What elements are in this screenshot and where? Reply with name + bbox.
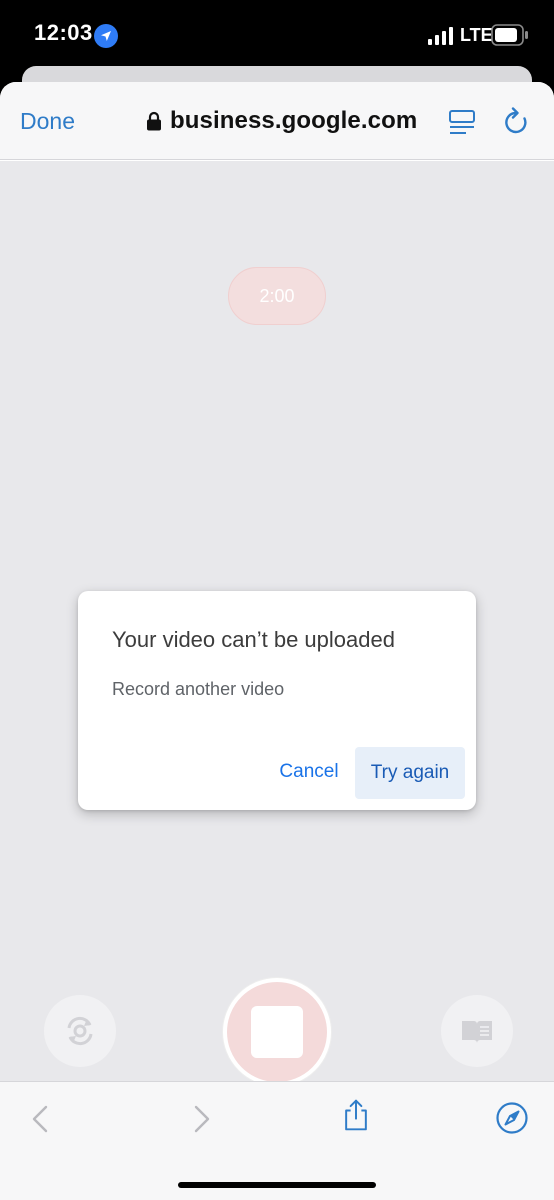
browser-toolbar [0, 1081, 554, 1200]
address-bar[interactable]: business.google.com [146, 106, 417, 136]
book-icon [462, 1021, 492, 1043]
timer-pill: 2:00 [228, 267, 326, 325]
network-label: LTE [460, 25, 493, 45]
record-stop-button[interactable] [223, 978, 331, 1086]
dialog-title: Your video can’t be uploaded [112, 627, 395, 652]
compass-icon[interactable] [495, 1101, 529, 1135]
reader-view-icon[interactable] [448, 109, 476, 137]
flip-camera-icon [67, 1016, 93, 1046]
dialog-message: Record another video [112, 679, 285, 699]
reload-icon[interactable] [502, 107, 532, 137]
book-button[interactable] [441, 995, 513, 1067]
cancel-button[interactable]: Cancel [256, 747, 362, 797]
battery-icon [491, 24, 528, 46]
stop-square [251, 1006, 303, 1058]
lock-icon [147, 111, 161, 131]
status-time: 12:03 [34, 20, 93, 45]
flip-camera-button[interactable] [44, 995, 116, 1067]
share-icon[interactable] [339, 1098, 373, 1132]
signal-bars-icon [428, 27, 453, 45]
done-button[interactable]: Done [20, 108, 75, 135]
forward-icon[interactable] [184, 1102, 218, 1136]
error-dialog: Your video can’t be uploaded Record anot… [78, 591, 476, 810]
browser-header: Done business.google.com [0, 82, 554, 160]
try-again-button[interactable]: Try again [355, 747, 465, 799]
location-arrow-icon [94, 24, 118, 48]
home-indicator [178, 1182, 376, 1188]
url-text: business.google.com [170, 107, 418, 134]
status-bar: 12:03 LTE [0, 0, 554, 70]
back-icon[interactable] [24, 1102, 58, 1136]
browser-sheet: Done business.google.com 2:00 Your video… [0, 82, 554, 1200]
recorder-area: 2:00 Your video can’t be uploaded Record… [0, 161, 554, 1086]
